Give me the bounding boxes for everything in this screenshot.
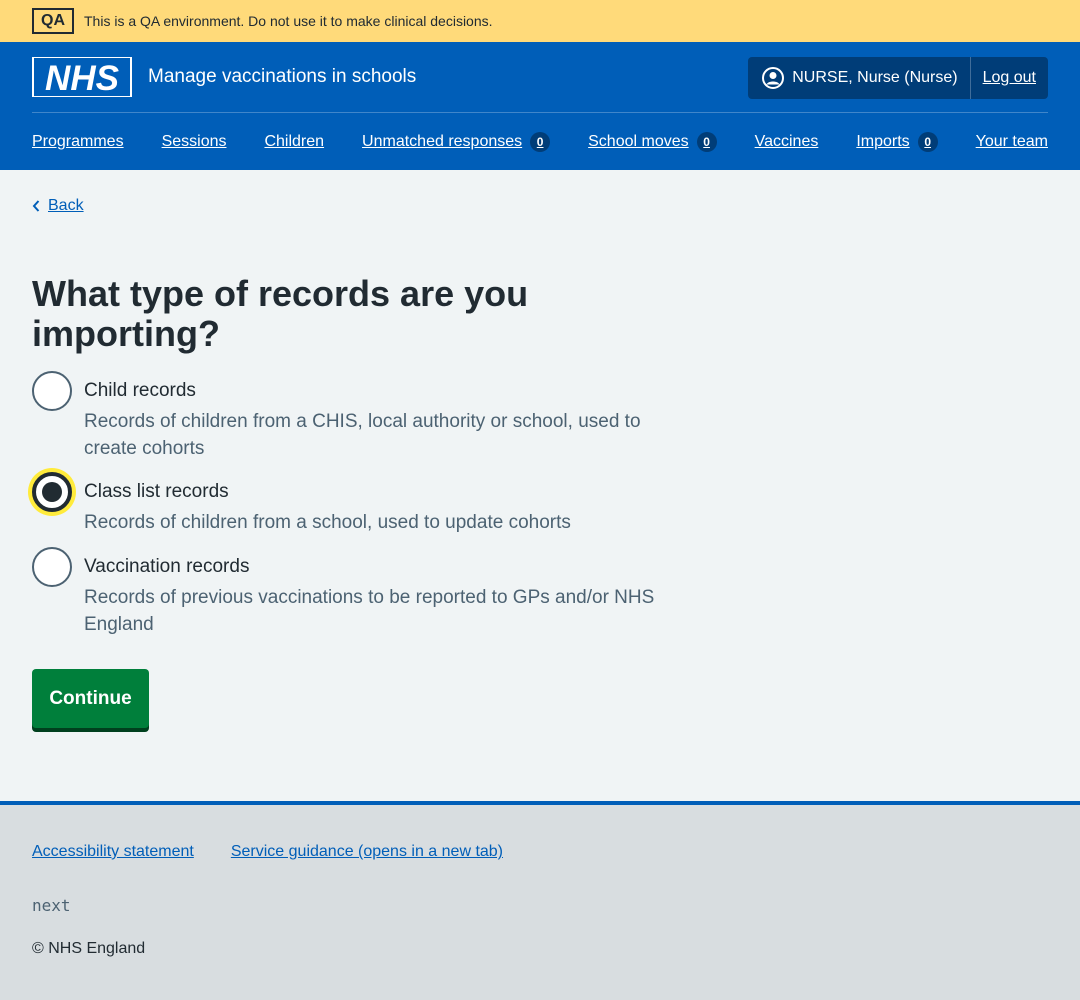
site-footer: Accessibility statement Service guidance… <box>0 801 1080 1000</box>
radio-label: Child records <box>84 380 196 401</box>
service-guidance-link[interactable]: Service guidance (opens in a new tab) <box>231 843 503 861</box>
radio-label: Vaccination records <box>84 556 250 577</box>
radio-child-records[interactable]: Child records Records of children from a… <box>32 371 1048 462</box>
logout-link[interactable]: Log out <box>971 57 1048 99</box>
nav-unmatched-responses[interactable]: Unmatched responses 0 <box>362 131 551 152</box>
back-link[interactable]: Back <box>32 196 1048 216</box>
radio-label: Class list records <box>84 481 229 502</box>
page-title: What type of records are you importing? <box>32 273 529 354</box>
nav-sessions[interactable]: Sessions <box>162 133 227 151</box>
logo-text: NHS <box>45 59 119 96</box>
radio-hint: Records of children from a school, used … <box>84 512 571 533</box>
radio-class-list-records[interactable]: Class list records Records of children f… <box>32 472 1048 547</box>
back-label: Back <box>48 197 84 214</box>
radio-button-selected[interactable] <box>32 472 72 512</box>
nav-imports[interactable]: Imports 0 <box>856 131 938 152</box>
nav-school-moves-label: School moves <box>588 132 689 150</box>
imports-count-badge: 0 <box>917 131 938 152</box>
radio-hint: Records of previous vaccinations to be r… <box>84 587 655 635</box>
nav-school-moves[interactable]: School moves 0 <box>588 131 717 152</box>
account-user: NURSE, Nurse (Nurse) <box>748 57 969 99</box>
footer-links: Accessibility statement Service guidance… <box>32 843 1048 861</box>
environment-banner: QA This is a QA environment. Do not use … <box>0 0 1080 42</box>
account-menu: NURSE, Nurse (Nurse) Log out <box>748 57 1048 99</box>
account-name: NURSE, Nurse (Nurse) <box>792 69 958 86</box>
user-icon <box>762 67 785 89</box>
nhs-logo-icon: NHS <box>34 58 130 96</box>
chevron-left-icon <box>32 200 40 212</box>
main-content: Back What type of records are you import… <box>0 196 1080 728</box>
app-version: next <box>32 896 71 915</box>
service-name[interactable]: Manage vaccinations in schools <box>148 66 416 88</box>
radio-button[interactable] <box>32 371 72 411</box>
radio-hint: Records of children from a CHIS, local a… <box>84 411 641 459</box>
record-type-radios: Child records Records of children from a… <box>32 371 1048 638</box>
nav-your-team[interactable]: Your team <box>976 133 1048 151</box>
unmatched-count-badge: 0 <box>530 131 551 152</box>
radio-button[interactable] <box>32 547 72 587</box>
nhs-logo[interactable]: NHS <box>32 57 132 97</box>
site-header: NHS Manage vaccinations in schools NURSE… <box>0 42 1080 170</box>
environment-message: This is a QA environment. Do not use it … <box>84 13 493 29</box>
nav-imports-label: Imports <box>856 132 910 150</box>
accessibility-statement-link[interactable]: Accessibility statement <box>32 843 194 861</box>
nav-programmes[interactable]: Programmes <box>32 133 124 151</box>
nav-unmatched-label: Unmatched responses <box>362 132 523 150</box>
nav-vaccines[interactable]: Vaccines <box>755 133 819 151</box>
copyright: © NHS England <box>32 940 146 957</box>
environment-tag: QA <box>32 8 74 34</box>
continue-button[interactable]: Continue <box>32 669 149 728</box>
primary-navigation: Programmes Sessions Children Unmatched r… <box>32 113 1048 170</box>
school-moves-count-badge: 0 <box>696 131 717 152</box>
nav-children[interactable]: Children <box>264 133 324 151</box>
radio-vaccination-records[interactable]: Vaccination records Records of previous … <box>32 547 1048 638</box>
header-top: NHS Manage vaccinations in schools NURSE… <box>32 42 1048 113</box>
